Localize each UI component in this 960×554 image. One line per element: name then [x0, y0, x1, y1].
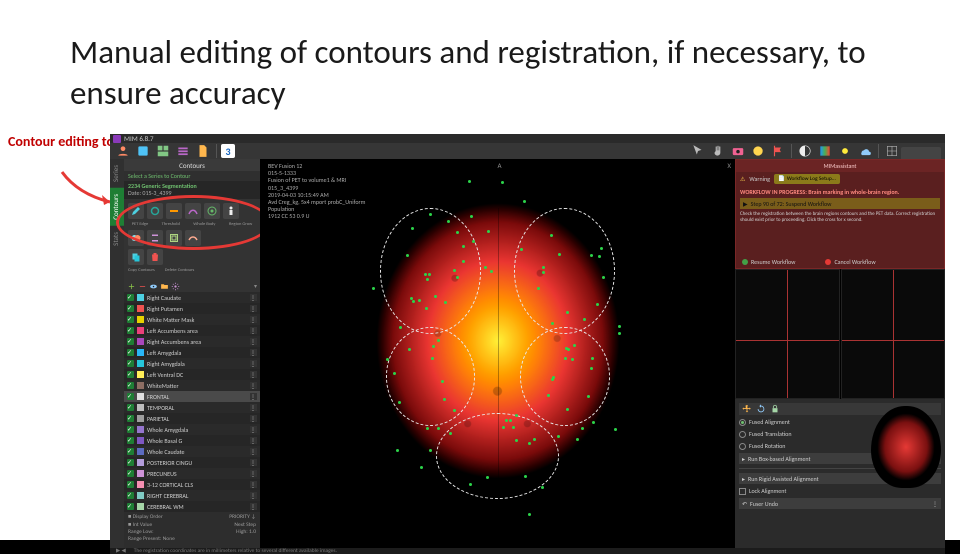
contour-tool-palette: PET Edge Threshold Whole Body Region Gro… [124, 199, 260, 280]
lock-icon[interactable] [770, 404, 780, 414]
remove-icon[interactable] [138, 282, 147, 291]
workflow-panel: MIMassistant ⚠ Warning 📄 Workflow Log Se… [735, 159, 945, 269]
stats-panel: ■ Display OrderPRIORITY ↓ ■ Int ValueNex… [124, 512, 260, 548]
workflow-step: ▶ Step 90 of 72: Suspend Workflow [740, 198, 940, 209]
panel-title: Contours [124, 159, 260, 171]
tool-pet-edge-icon[interactable] [147, 203, 163, 219]
tool-threshold-icon[interactable] [166, 203, 182, 219]
contour-row[interactable]: TEMPORAL⋮ [124, 402, 260, 413]
brain-image [358, 189, 638, 519]
vtab-contours[interactable]: Contours [110, 188, 124, 226]
coronal-viewport[interactable] [841, 269, 946, 399]
tool-hand-icon[interactable] [709, 143, 727, 159]
tool-interp-icon[interactable] [147, 230, 163, 246]
contour-row[interactable]: Right Caudate⋮ [124, 292, 260, 303]
contour-row[interactable]: PARIETAL⋮ [124, 413, 260, 424]
tool-region-grow-icon[interactable] [204, 203, 220, 219]
workflow-title: MIMassistant [736, 160, 944, 172]
app-icon [113, 135, 121, 143]
titlebar: MIM 6.8.7 [110, 134, 945, 143]
contour-row[interactable]: PRECUNEUS⋮ [124, 468, 260, 479]
tool-boolean-icon[interactable] [128, 230, 144, 246]
folder-icon[interactable] [160, 282, 169, 291]
series-badge[interactable]: 3 [221, 144, 235, 158]
tool-camera-icon[interactable] [729, 143, 747, 159]
tool-pointer-icon[interactable] [689, 143, 707, 159]
tool-sun-icon[interactable] [836, 143, 854, 159]
tool-brush-icon[interactable] [128, 203, 144, 219]
vtab-stats[interactable]: Stats [110, 226, 124, 252]
vtab-series[interactable]: Series [110, 159, 124, 188]
chevron-down-icon[interactable]: ▾ [254, 282, 257, 290]
tool-cloud-icon[interactable] [856, 143, 874, 159]
mini-brain-preview [871, 406, 941, 488]
nav-sessions[interactable] [134, 143, 152, 159]
contour-row[interactable]: FRONTAL⋮ [124, 391, 260, 402]
contour-row[interactable]: Left Amygdala⋮ [124, 347, 260, 358]
nav-series[interactable] [174, 143, 192, 159]
resume-workflow-button[interactable]: Resume Workflow [742, 258, 795, 266]
app-title: MIM 6.8.7 [124, 134, 154, 143]
right-column: MIMassistant ⚠ Warning 📄 Workflow Log Se… [735, 159, 945, 548]
nav-patients[interactable] [114, 143, 132, 159]
workflow-desc: Check the registration between the brain… [740, 211, 940, 223]
status-bar: ▶ ◀ The registration coordinates are in … [110, 548, 945, 554]
tool-smooth-icon[interactable] [185, 230, 201, 246]
tool-margin-icon[interactable] [166, 230, 182, 246]
nav-file[interactable] [194, 143, 212, 159]
tool-lut-icon[interactable] [816, 143, 834, 159]
contour-row[interactable]: POSTERIOR CINGU⋮ [124, 457, 260, 468]
corner-x: X [727, 161, 731, 170]
tool-wholebody-icon[interactable] [223, 203, 239, 219]
move-icon[interactable] [742, 404, 752, 414]
gear-icon[interactable] [171, 282, 180, 291]
rotate-icon[interactable] [756, 404, 766, 414]
copy-contours-button[interactable] [128, 249, 144, 265]
contour-row[interactable]: Whole Amygdala⋮ [124, 424, 260, 435]
contour-row[interactable]: RIGHT CEREBRAL⋮ [124, 490, 260, 501]
contours-list: ▾ Right Caudate⋮Right Putamen⋮White Matt… [124, 280, 260, 512]
delete-contours-button[interactable] [147, 249, 163, 265]
contour-row[interactable]: Left Accumbens area⋮ [124, 325, 260, 336]
annotation-arrow [58, 168, 118, 208]
contour-row[interactable]: Whole Caudate⋮ [124, 446, 260, 457]
fuser-undo-button[interactable]: ↶ Fuser Undo ⋮ [739, 498, 941, 509]
contour-row[interactable]: Left Ventral DC⋮ [124, 369, 260, 380]
corner-a: A [498, 161, 502, 170]
overlay-info: BEV Fusion 12 015-5-1333 Fusion of PET t… [264, 161, 369, 223]
case-info: 2234 Generic Segmentation Date: 015-3_43… [124, 181, 260, 199]
contour-row[interactable]: White Matter Mask⋮ [124, 314, 260, 325]
sagittal-viewport[interactable] [735, 269, 840, 399]
left-panel: Series Contours Stats Contours Select a … [110, 159, 260, 548]
contour-row[interactable]: 3-12 CORTICAL CLS⋮ [124, 479, 260, 490]
tool-flag-icon[interactable] [769, 143, 787, 159]
list-toolbar: ▾ [124, 280, 260, 292]
contour-row[interactable]: CEREBRAL WM⋮ [124, 501, 260, 512]
warning-icon: ⚠ [740, 175, 745, 183]
tool-grid-icon[interactable] [883, 143, 901, 159]
slide-title: Manual editing of contours and registrat… [70, 30, 920, 117]
workflow-header: WORKFLOW IN PROGRESS: Brain marking in w… [740, 188, 940, 196]
tool-freehand-icon[interactable] [185, 203, 201, 219]
contour-row[interactable]: Whole Basal G⋮ [124, 435, 260, 446]
registration-tools: Fused Alignment Fused Translation Fused … [735, 399, 945, 548]
workflow-log-button[interactable]: 📄 Workflow Log Setup... [774, 174, 840, 184]
contour-row[interactable]: Right Putamen⋮ [124, 303, 260, 314]
contour-row[interactable]: Right Accumbens area⋮ [124, 336, 260, 347]
contour-row[interactable]: WhiteMatter⋮ [124, 380, 260, 391]
axial-viewport[interactable]: BEV Fusion 12 015-5-1333 Fusion of PET t… [260, 159, 735, 548]
app-window: MIM 6.8.7 3 T [110, 134, 945, 530]
tool-contrast-icon[interactable] [796, 143, 814, 159]
tool-gamma-icon[interactable] [749, 143, 767, 159]
nav-layouts[interactable] [154, 143, 172, 159]
add-icon[interactable] [127, 282, 136, 291]
ortho-views [735, 269, 945, 399]
eye-icon[interactable] [149, 282, 158, 291]
contour-row[interactable]: Right Amygdala⋮ [124, 358, 260, 369]
series-selector[interactable]: Select a Series to Contour [124, 171, 260, 181]
main-toolbar: 3 T [110, 143, 945, 159]
cancel-workflow-button[interactable]: Cancel Workflow [825, 258, 875, 266]
